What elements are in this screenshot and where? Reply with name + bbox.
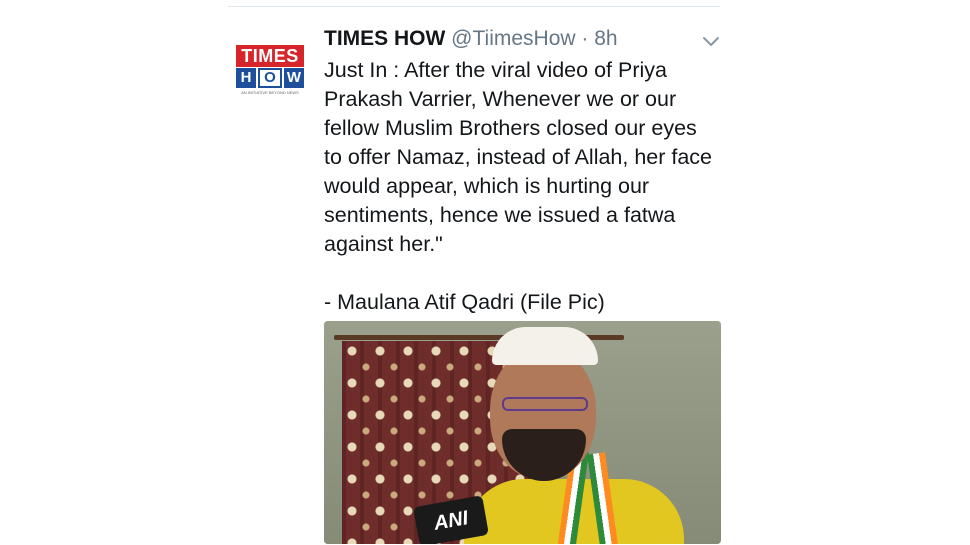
tweet-card[interactable]: TIMES H O W AN INITIATIVE BEYOND NEWS TI… — [228, 18, 728, 545]
tweet-text: Just In : After the viral video of Priya… — [324, 58, 713, 314]
header-separator: · — [581, 27, 589, 50]
logo-how-letters: H O W — [236, 68, 304, 88]
tweet-timestamp[interactable]: 8h — [594, 27, 617, 50]
chevron-down-icon[interactable] — [702, 34, 720, 48]
logo-letter-o: O — [258, 68, 282, 88]
photo-person-glasses — [502, 397, 588, 411]
tweet-header: TIMES HOW @TiimesHow · 8h — [324, 24, 724, 54]
logo-letter-h: H — [236, 68, 256, 88]
top-divider — [228, 6, 720, 7]
avatar[interactable]: TIMES H O W AN INITIATIVE BEYOND NEWS — [236, 45, 304, 97]
author-name[interactable]: TIMES HOW — [324, 27, 445, 50]
logo-tagline: AN INITIATIVE BEYOND NEWS — [241, 90, 299, 95]
photo-person-cap — [492, 327, 598, 365]
author-handle[interactable]: @TiimesHow — [451, 27, 575, 50]
tweet-media-photo[interactable]: ANI — [324, 321, 721, 544]
logo-letter-w: W — [284, 68, 304, 88]
logo-times-text: TIMES — [236, 45, 304, 67]
